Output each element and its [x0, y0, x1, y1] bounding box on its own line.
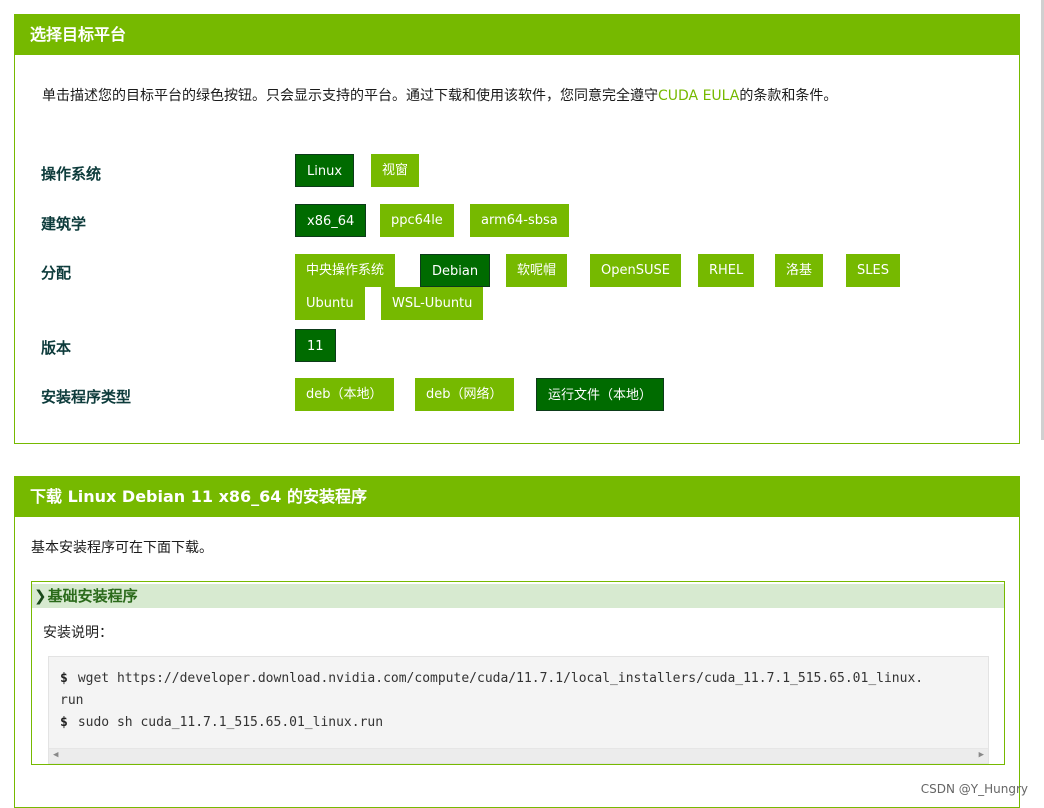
version-11-button[interactable]: 11 — [295, 329, 336, 362]
dist-debian-button[interactable]: Debian — [420, 254, 491, 287]
download-installer-panel: 下载 Linux Debian 11 x86_64 的安装程序 基本安装程序可在… — [14, 476, 1020, 808]
dist-rhel-button[interactable]: RHEL — [698, 254, 755, 287]
arch-arm64-sbsa-button[interactable]: arm64-sbsa — [470, 204, 569, 237]
horizontal-scrollbar[interactable]: ◀ ▶ — [49, 748, 988, 763]
prompt-symbol: $ — [60, 671, 68, 686]
watermark: CSDN @Y_Hungry — [920, 782, 1028, 796]
scroll-right-icon[interactable]: ▶ — [979, 750, 984, 760]
version-label: 版本 — [41, 339, 72, 357]
dist-sles-button[interactable]: SLES — [846, 254, 900, 287]
intro-text-after: 的条款和条件。 — [739, 88, 838, 104]
download-panel-title: 下载 Linux Debian 11 x86_64 的安装程序 — [15, 477, 1019, 517]
base-installer-section: ❯基础安装程序 安装说明： $ wget https://developer.do… — [31, 581, 1005, 765]
arch-label: 建筑学 — [41, 215, 87, 233]
intro-text: 单击描述您的目标平台的绿色按钮。只会显示支持的平台。通过下载和使用该软件，您同意… — [42, 85, 837, 105]
panel-title: 选择目标平台 — [15, 15, 1019, 55]
os-label: 操作系统 — [41, 165, 102, 183]
code-line: $ wget https://developer.download.nvidia.… — [60, 671, 923, 686]
base-installer-title: 基础安装程序 — [47, 587, 138, 605]
dist-wsl-ubuntu-button[interactable]: WSL-Ubuntu — [381, 287, 484, 320]
cuda-eula-link[interactable]: CUDA EULA — [658, 88, 739, 104]
installer-deb-network-button[interactable]: deb（网络） — [415, 378, 514, 411]
dist-label: 分配 — [41, 264, 72, 282]
os-windows-button[interactable]: 视窗 — [371, 154, 420, 187]
scroll-left-icon[interactable]: ◀ — [53, 750, 58, 760]
chevron-right-icon: ❯ — [34, 587, 47, 605]
dist-centos-button[interactable]: 中央操作系统 — [295, 254, 396, 287]
code-line: $ sudo sh cuda_11.7.1_515.65.01_linux.run — [60, 715, 383, 730]
select-platform-panel: 选择目标平台 单击描述您的目标平台的绿色按钮。只会显示支持的平台。通过下载和使用… — [14, 14, 1020, 444]
prompt-symbol: $ — [60, 715, 68, 730]
os-linux-button[interactable]: Linux — [295, 154, 355, 187]
dist-opensuse-button[interactable]: OpenSUSE — [590, 254, 681, 287]
code-text: sudo sh cuda_11.7.1_515.65.01_linux.run — [77, 715, 384, 730]
code-text: run — [60, 693, 84, 708]
code-line: run — [60, 693, 83, 708]
dist-ubuntu-button[interactable]: Ubuntu — [295, 287, 365, 320]
installer-runfile-local-button[interactable]: 运行文件（本地） — [536, 378, 665, 411]
base-installer-toggle[interactable]: ❯基础安装程序 — [32, 584, 1004, 608]
dist-fedora-button[interactable]: 软呢帽 — [506, 254, 568, 287]
arch-x86-64-button[interactable]: x86_64 — [295, 204, 367, 237]
code-text: wget https://developer.download.nvidia.c… — [77, 671, 924, 686]
installer-type-label: 安装程序类型 — [41, 388, 132, 406]
install-code-block[interactable]: $ wget https://developer.download.nvidia.… — [48, 656, 989, 764]
download-description: 基本安装程序可在下面下载。 — [31, 540, 213, 556]
install-instructions-label: 安装说明： — [43, 625, 113, 641]
arch-ppc64le-button[interactable]: ppc64le — [380, 204, 454, 237]
dist-rocky-button[interactable]: 洛基 — [775, 254, 824, 287]
intro-text-before: 单击描述您的目标平台的绿色按钮。只会显示支持的平台。通过下载和使用该软件，您同意… — [42, 88, 658, 104]
installer-deb-local-button[interactable]: deb（本地） — [295, 378, 394, 411]
